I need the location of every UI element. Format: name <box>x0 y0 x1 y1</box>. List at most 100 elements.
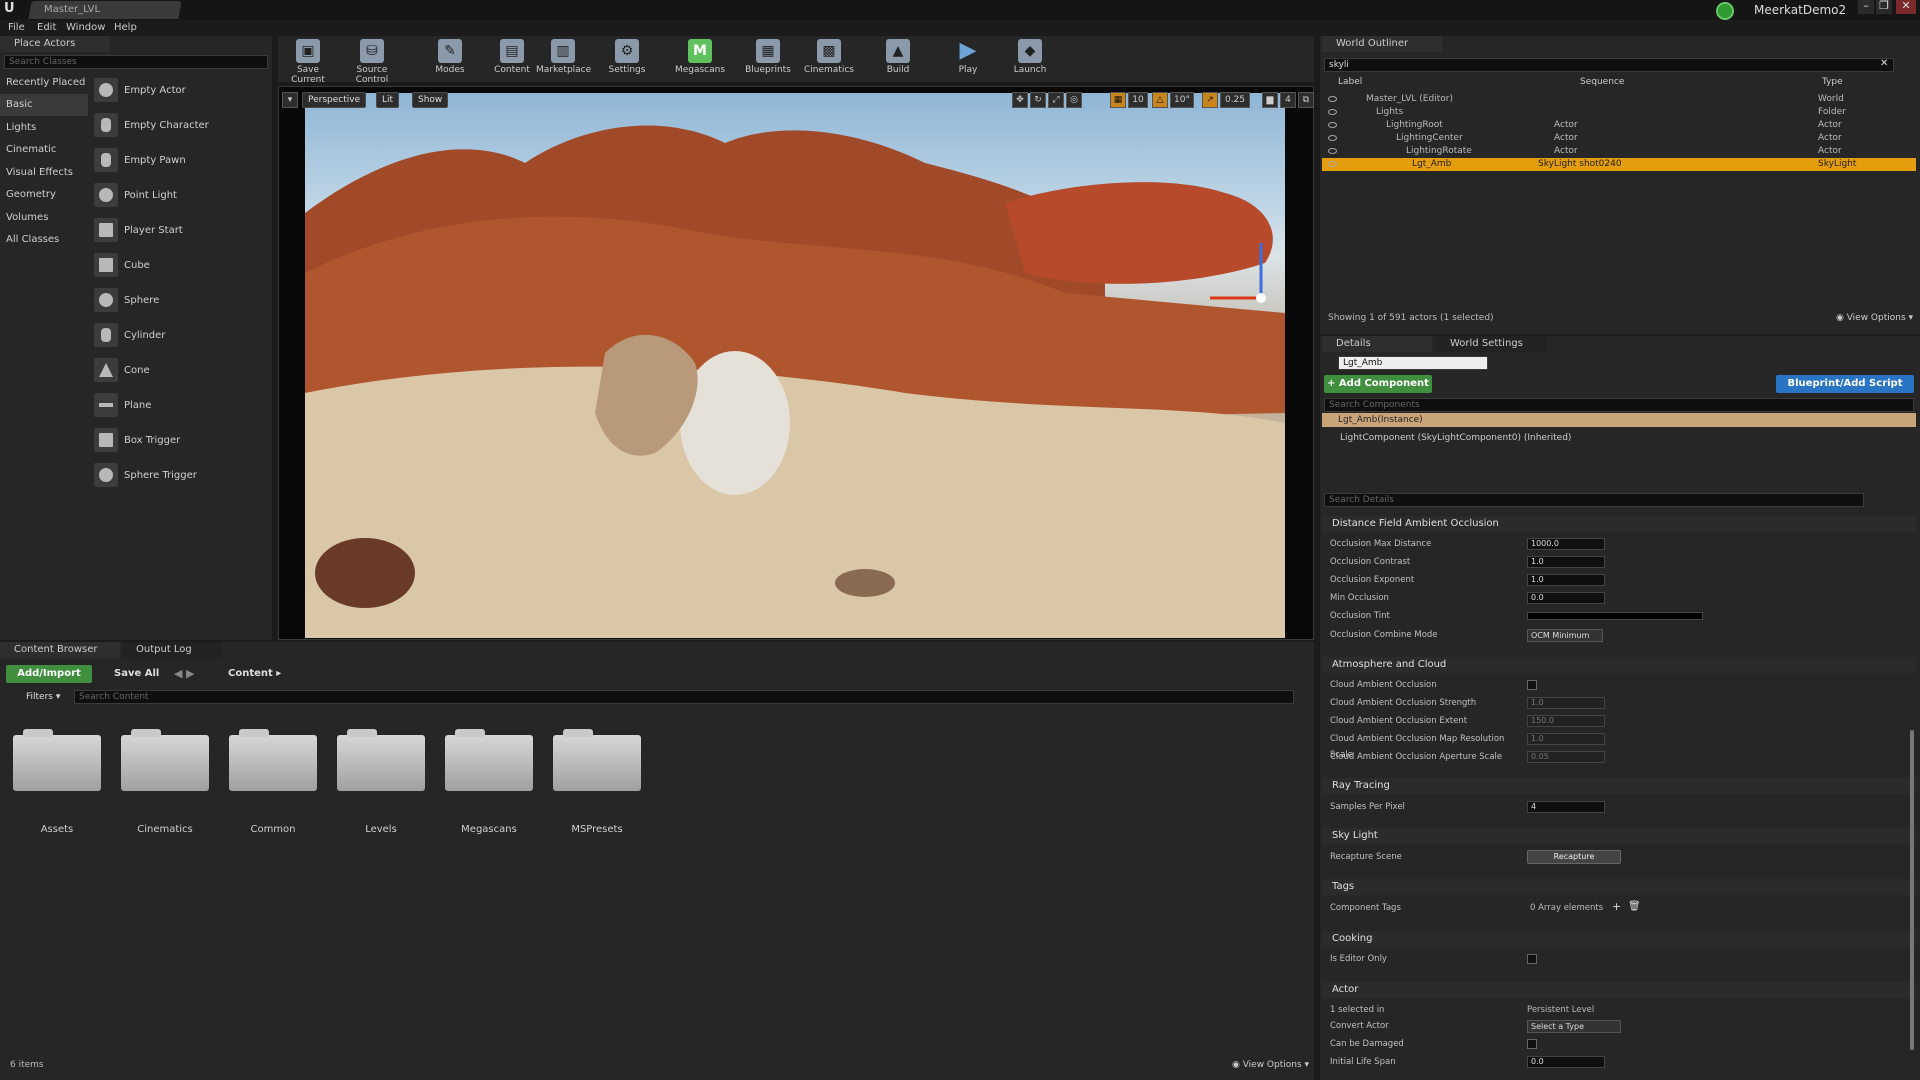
megascans-button[interactable]: M Megascans <box>672 36 728 82</box>
category-basic[interactable]: Basic <box>0 94 88 116</box>
outliner-row[interactable]: LightingRoot Actor Actor <box>1322 119 1916 132</box>
section-dfao[interactable]: Distance Field Ambient Occlusion <box>1322 516 1916 532</box>
history-nav[interactable]: ◀ ▶ <box>174 665 194 683</box>
document-tab[interactable]: Master_LVL <box>28 1 182 19</box>
scale-icon[interactable]: ⤢ <box>1048 92 1064 108</box>
editor-only-checkbox[interactable] <box>1527 954 1537 964</box>
path-breadcrumb[interactable]: Content ▸ <box>212 665 281 683</box>
modes-button[interactable]: ✎ Modes <box>430 36 470 82</box>
actor-cone[interactable]: Cone <box>92 353 268 388</box>
component-instance-row[interactable]: Lgt_Amb(Instance) <box>1322 413 1916 427</box>
grid-snap-value[interactable]: 10 <box>1128 92 1148 108</box>
details-tab[interactable]: Details <box>1322 336 1432 352</box>
cloud-ao-strength-field[interactable]: 1.0 <box>1527 697 1605 709</box>
rotate-icon[interactable]: ↻ <box>1030 92 1046 108</box>
search-details-input[interactable]: Search Details <box>1324 493 1864 507</box>
outliner-search-input[interactable]: skyli <box>1324 58 1894 72</box>
section-cooking[interactable]: Cooking <box>1322 931 1916 947</box>
actor-empty-actor[interactable]: Empty Actor <box>92 73 268 108</box>
clear-search-icon[interactable]: ✕ <box>1880 58 1892 69</box>
outliner-row[interactable]: Master_LVL (Editor) World <box>1322 93 1916 106</box>
launch-button[interactable]: ◆ Launch <box>1010 36 1050 82</box>
column-type[interactable]: Type <box>1822 77 1843 87</box>
folder-mspresets[interactable] <box>550 727 644 793</box>
world-space-icon[interactable]: ◎ <box>1066 92 1082 108</box>
menu-help[interactable]: Help <box>114 21 137 35</box>
column-label[interactable]: Label <box>1338 77 1362 87</box>
actor-name-input[interactable]: Lgt_Amb <box>1338 356 1488 370</box>
cb-view-options[interactable]: ◉ View Options ▾ <box>1232 1060 1309 1070</box>
actor-empty-character[interactable]: Empty Character <box>92 108 268 143</box>
visibility-eye-icon[interactable] <box>1328 135 1337 141</box>
menu-edit[interactable]: Edit <box>37 21 56 35</box>
world-settings-tab[interactable]: World Settings <box>1436 336 1546 352</box>
category-recently-placed[interactable]: Recently Placed <box>0 72 88 94</box>
cloud-ao-resolution-field[interactable]: 1.0 <box>1527 733 1605 745</box>
visibility-eye-icon[interactable] <box>1328 161 1337 167</box>
place-actors-tab[interactable]: Place Actors <box>0 36 110 52</box>
content-button[interactable]: ▤ Content <box>490 36 534 82</box>
occlusion-contrast-field[interactable]: 1.0 <box>1527 556 1605 568</box>
outliner-view-options[interactable]: ◉ View Options ▾ <box>1836 313 1913 323</box>
can-be-damaged-checkbox[interactable] <box>1527 1039 1537 1049</box>
search-content-input[interactable]: Search Content <box>74 690 1294 704</box>
category-visual-effects[interactable]: Visual Effects <box>0 162 88 184</box>
content-browser-tab[interactable]: Content Browser <box>0 642 120 658</box>
play-button[interactable]: ▶ Play <box>950 36 986 82</box>
actor-empty-pawn[interactable]: Empty Pawn <box>92 143 268 178</box>
actor-cube[interactable]: Cube <box>92 248 268 283</box>
blueprints-button[interactable]: ▦ Blueprints <box>744 36 792 82</box>
cloud-ao-extent-field[interactable]: 150.0 <box>1527 715 1605 727</box>
column-sequence[interactable]: Sequence <box>1580 77 1624 87</box>
recapture-button[interactable]: Recapture <box>1527 850 1621 864</box>
visibility-eye-icon[interactable] <box>1328 148 1337 154</box>
camera-speed-value[interactable]: 4 <box>1280 92 1296 108</box>
filters-button[interactable]: Filters ▾ <box>8 690 60 704</box>
folder-common[interactable] <box>226 727 320 793</box>
section-actor[interactable]: Actor <box>1322 982 1916 998</box>
scale-snap-icon[interactable]: ↗ <box>1202 92 1218 108</box>
maximize-button[interactable]: ❐ <box>1876 0 1892 14</box>
show-button[interactable]: Show <box>412 92 449 108</box>
convert-actor-dropdown[interactable]: Select a Type <box>1527 1020 1621 1033</box>
actor-plane[interactable]: Plane <box>92 388 268 423</box>
category-cinematic[interactable]: Cinematic <box>0 139 88 161</box>
section-ray-tracing[interactable]: Ray Tracing <box>1322 778 1916 794</box>
category-geometry[interactable]: Geometry <box>0 184 88 206</box>
actor-sphere[interactable]: Sphere <box>92 283 268 318</box>
outliner-row-selected[interactable]: Lgt_Amb SkyLight shot0240 SkyLight <box>1322 158 1916 171</box>
outliner-row[interactable]: LightingCenter Actor Actor <box>1322 132 1916 145</box>
cloud-ao-aperture-field[interactable]: 0.05 <box>1527 751 1605 763</box>
actor-cylinder[interactable]: Cylinder <box>92 318 268 353</box>
delete-elements-icon[interactable]: 🗑 <box>1628 901 1641 912</box>
minimize-button[interactable]: – <box>1858 0 1874 14</box>
folder-cinematics[interactable] <box>118 727 212 793</box>
occlusion-tint-swatch[interactable] <box>1527 612 1703 620</box>
occlusion-exponent-field[interactable]: 1.0 <box>1527 574 1605 586</box>
save-all-button[interactable]: Save All <box>100 665 159 683</box>
actor-player-start[interactable]: Player Start <box>92 213 268 248</box>
folder-assets[interactable] <box>10 727 104 793</box>
search-components-input[interactable]: Search Components <box>1324 398 1914 412</box>
translate-icon[interactable]: ✥ <box>1012 92 1028 108</box>
build-button[interactable]: ▲ Build <box>880 36 916 82</box>
outliner-row[interactable]: Lights Folder <box>1322 106 1916 119</box>
folder-megascans[interactable] <box>442 727 536 793</box>
scale-snap-value[interactable]: 0.25 <box>1220 92 1250 108</box>
search-classes-input[interactable]: Search Classes <box>4 55 268 69</box>
actor-point-light[interactable]: Point Light <box>92 178 268 213</box>
actor-sphere-trigger[interactable]: Sphere Trigger <box>92 458 268 493</box>
details-scrollbar[interactable] <box>1910 730 1914 1050</box>
menu-window[interactable]: Window <box>66 21 105 35</box>
initial-life-span-field[interactable]: 0.0 <box>1527 1056 1605 1068</box>
visibility-eye-icon[interactable] <box>1328 109 1337 115</box>
menu-file[interactable]: File <box>8 21 25 35</box>
section-sky-light[interactable]: Sky Light <box>1322 828 1916 844</box>
cloud-ao-checkbox[interactable] <box>1527 680 1537 690</box>
save-current-button[interactable]: ▣ Save Current <box>280 36 336 85</box>
category-volumes[interactable]: Volumes <box>0 207 88 229</box>
lit-button[interactable]: Lit <box>376 92 400 108</box>
occlusion-combine-dropdown[interactable]: OCM Minimum <box>1527 629 1603 642</box>
rotation-snap-icon[interactable]: △ <box>1152 92 1168 108</box>
maximize-viewport-icon[interactable]: ⧉ <box>1298 92 1314 108</box>
